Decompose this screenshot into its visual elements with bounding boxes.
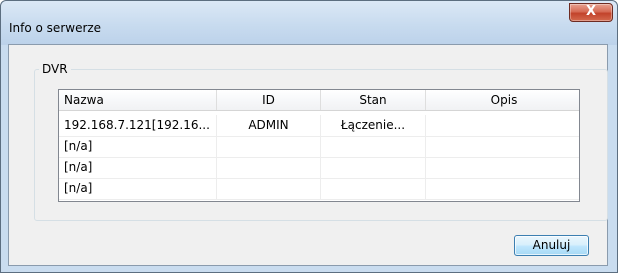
server-list[interactable]: Nazwa ID Stan Opis 192.168.7.121[192.16.… [58, 89, 580, 202]
cell-nazwa: [n/a] [59, 136, 217, 157]
cell-stan [321, 178, 426, 199]
cell-nazwa: [n/a] [59, 178, 217, 199]
column-header-stan[interactable]: Stan [321, 90, 426, 110]
cell-id [217, 157, 321, 178]
title-bar[interactable]: Info o serwerze X [1, 1, 617, 45]
table-row[interactable]: 192.168.7.121[192.16... ADMIN Łączenie..… [59, 115, 579, 137]
cell-opis [426, 115, 579, 136]
cancel-button[interactable]: Anuluj [514, 235, 589, 256]
groupbox-label: DVR [39, 62, 71, 76]
cell-opis [426, 157, 579, 178]
cell-id: ADMIN [217, 115, 321, 136]
column-header-opis[interactable]: Opis [426, 90, 579, 110]
cell-nazwa: [n/a] [59, 157, 217, 178]
table-row[interactable]: [n/a] [59, 136, 579, 158]
table-row[interactable]: [n/a] [59, 178, 579, 200]
column-header-nazwa[interactable]: Nazwa [59, 90, 217, 110]
table-row[interactable]: [n/a] [59, 157, 579, 179]
window-title: Info o serwerze [9, 21, 102, 35]
close-button[interactable]: X [569, 3, 613, 22]
cell-stan [321, 136, 426, 157]
list-header: Nazwa ID Stan Opis [59, 90, 579, 111]
cell-opis [426, 178, 579, 199]
cell-id [217, 136, 321, 157]
cell-nazwa: 192.168.7.121[192.16... [59, 115, 217, 136]
column-header-id[interactable]: ID [217, 90, 321, 110]
cell-stan [321, 157, 426, 178]
cell-opis [426, 136, 579, 157]
cell-id [217, 178, 321, 199]
cell-stan: Łączenie... [321, 115, 426, 136]
close-icon: X [585, 4, 597, 19]
